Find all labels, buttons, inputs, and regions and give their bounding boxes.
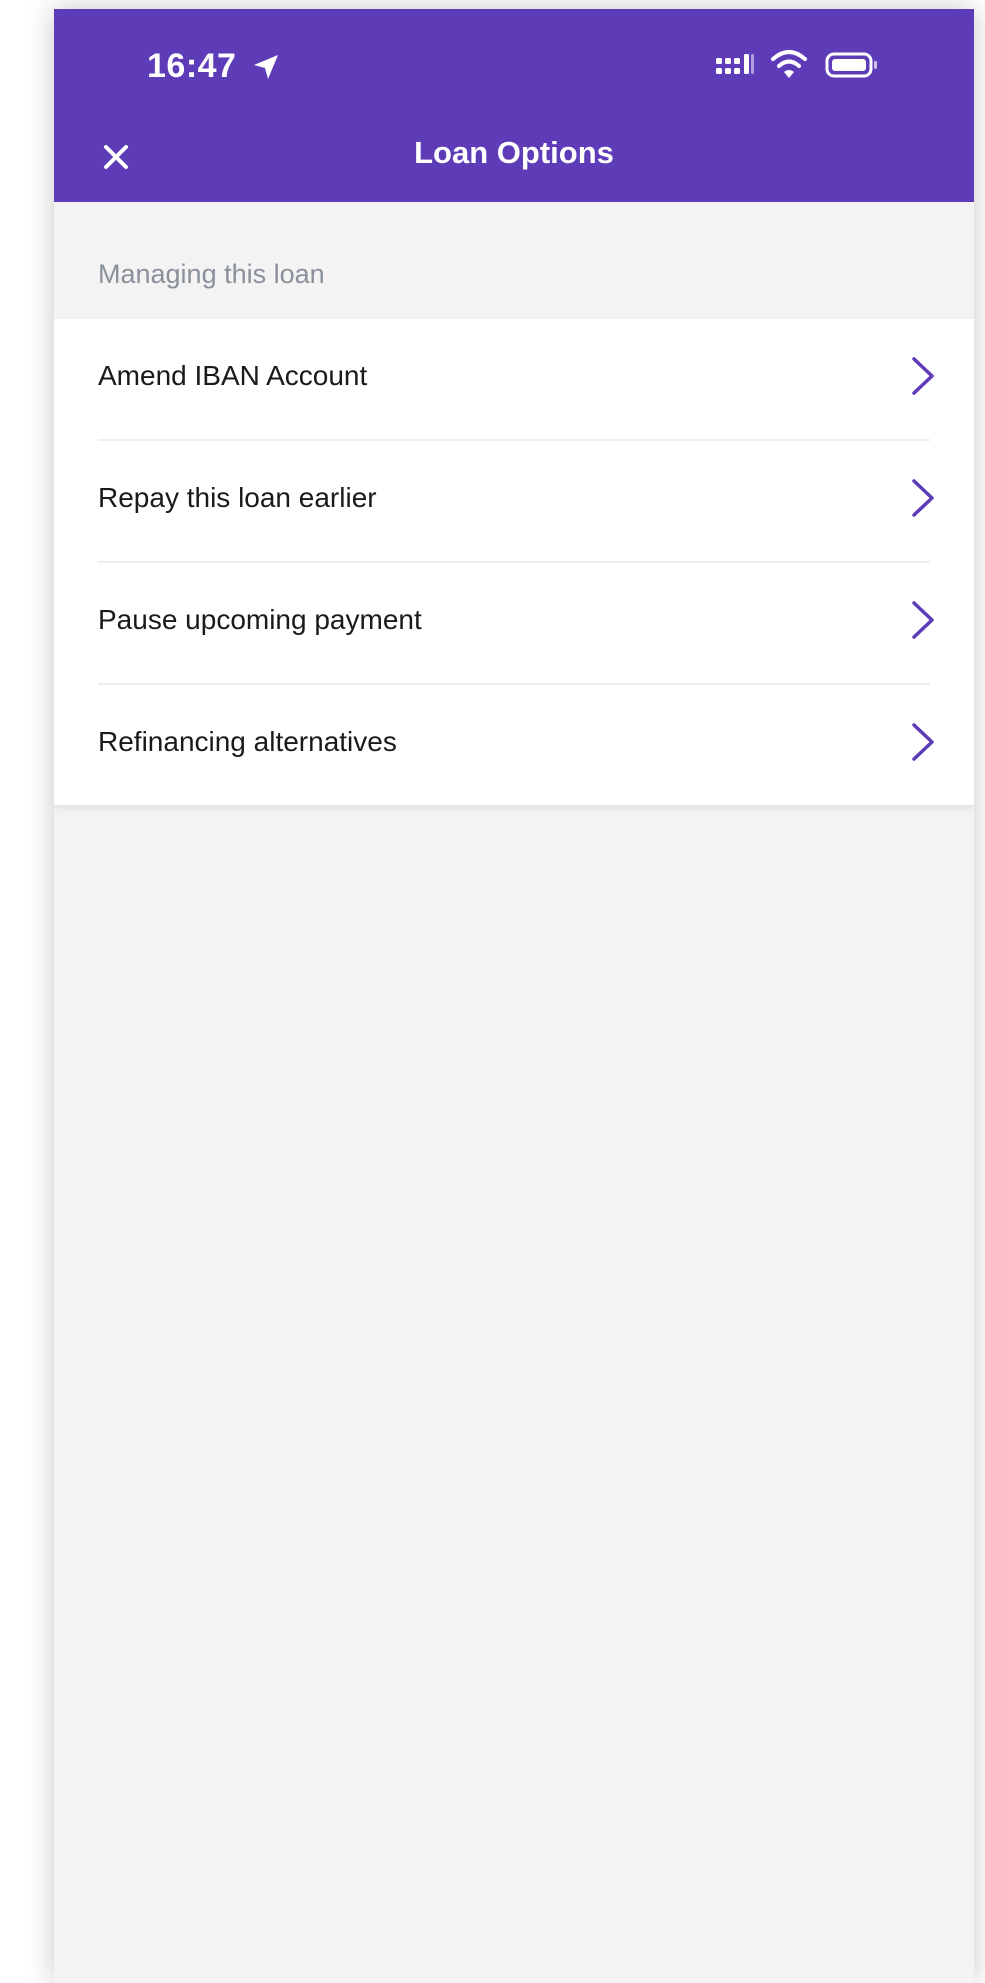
header: 16:47 Loan Options: [54, 9, 974, 202]
option-label: Repay this loan earlier: [98, 482, 377, 513]
chevron-right-icon: [912, 357, 934, 395]
option-repay-earlier[interactable]: Repay this loan earlier: [98, 439, 934, 561]
wifi-icon: [771, 50, 807, 78]
options-list: Amend IBAN Account Repay this loan earli…: [54, 319, 974, 805]
app-screen: 16:47 Loan Options Managing this loan Am…: [54, 9, 974, 1983]
status-time: 16:47: [147, 47, 237, 85]
status-bar: 16:47: [54, 9, 974, 109]
option-label: Refinancing alternatives: [98, 726, 397, 757]
signal-icon: [716, 54, 754, 74]
option-label: Amend IBAN Account: [98, 360, 368, 391]
chevron-right-icon: [912, 601, 934, 639]
option-refinancing[interactable]: Refinancing alternatives: [98, 683, 934, 805]
option-pause-payment[interactable]: Pause upcoming payment: [98, 561, 934, 683]
option-label: Pause upcoming payment: [98, 604, 422, 635]
location-arrow-icon: [254, 55, 278, 79]
section-title: Managing this loan: [98, 259, 325, 289]
battery-icon: [825, 52, 877, 78]
nav-bar: Loan Options: [54, 109, 974, 202]
chevron-right-icon: [912, 479, 934, 517]
option-amend-iban[interactable]: Amend IBAN Account: [54, 319, 974, 439]
chevron-right-icon: [912, 723, 934, 761]
page-title: Loan Options: [414, 135, 614, 170]
